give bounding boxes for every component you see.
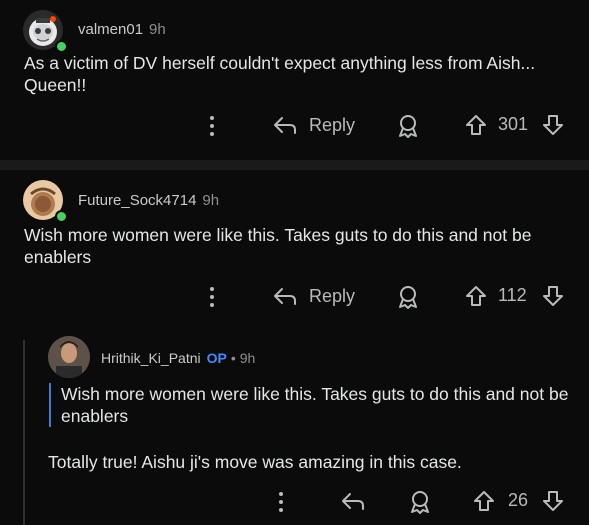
online-status-icon [55, 210, 68, 223]
upvote-arrow-icon [474, 491, 494, 511]
comment: Future_Sock4714 9h Wish more women were l… [0, 170, 589, 525]
comment-meta: Hrithik_Ki_Patni OP • 9h [101, 350, 255, 366]
comment-body: Wish more women were like this. Takes gu… [24, 225, 532, 267]
award-icon[interactable] [396, 113, 420, 139]
downvote-arrow-icon [543, 286, 563, 306]
upvote-button[interactable] [464, 113, 488, 137]
upvote-arrow-icon [466, 286, 486, 306]
more-options-icon[interactable] [205, 114, 219, 138]
comment-body: Totally true! Aishu ji's move was amazin… [48, 452, 462, 472]
comment-body: As a victim of DV herself couldn't expec… [24, 53, 536, 95]
upvote-button[interactable] [464, 284, 488, 308]
comment-meta: valmen01 9h [78, 21, 166, 38]
username[interactable]: Future_Sock4714 [78, 192, 196, 209]
op-badge: OP [206, 350, 227, 366]
award-icon[interactable] [396, 284, 420, 310]
upvote-button[interactable] [472, 489, 496, 513]
comment-actions: Reply 112 [0, 283, 589, 311]
timestamp: 9h [202, 192, 220, 209]
comment-meta: Future_Sock4714 9h [78, 192, 219, 209]
reply-arrow-icon [342, 493, 364, 510]
downvote-button[interactable] [541, 113, 565, 137]
comment: valmen01 9h As a victim of DV herself cou… [0, 0, 589, 160]
comment-divider [0, 160, 589, 170]
reply-label: Reply [309, 285, 356, 306]
downvote-arrow-icon [543, 115, 563, 135]
downvote-button[interactable] [541, 284, 565, 308]
vote-count: 112 [498, 285, 527, 305]
reply-label: Reply [309, 114, 356, 135]
more-options-icon[interactable] [274, 490, 288, 514]
downvote-arrow-icon [543, 491, 563, 511]
reply-arrow-icon [274, 117, 296, 134]
separator: • [230, 350, 236, 366]
vote-count: 301 [498, 114, 529, 134]
username[interactable]: valmen01 [78, 21, 143, 38]
upvote-arrow-icon [466, 115, 486, 135]
quote-block: Wish more women were like this. Takes gu… [49, 383, 571, 427]
reply-arrow-icon [274, 288, 296, 305]
more-options-icon[interactable] [205, 285, 219, 309]
vote-count: 26 [508, 490, 529, 510]
reply-button[interactable]: Reply [272, 284, 355, 308]
award-icon[interactable] [408, 489, 432, 515]
comment-actions: Reply 301 [0, 112, 589, 140]
timestamp: 9h [149, 21, 166, 38]
reply-button[interactable] [340, 489, 366, 513]
reply-button[interactable]: Reply [272, 113, 355, 137]
downvote-button[interactable] [541, 489, 565, 513]
username[interactable]: Hrithik_Ki_Patni [101, 350, 201, 366]
comment-actions: 26 [0, 488, 589, 516]
profile-avatar[interactable] [48, 336, 90, 378]
timestamp: 9h [239, 350, 256, 366]
